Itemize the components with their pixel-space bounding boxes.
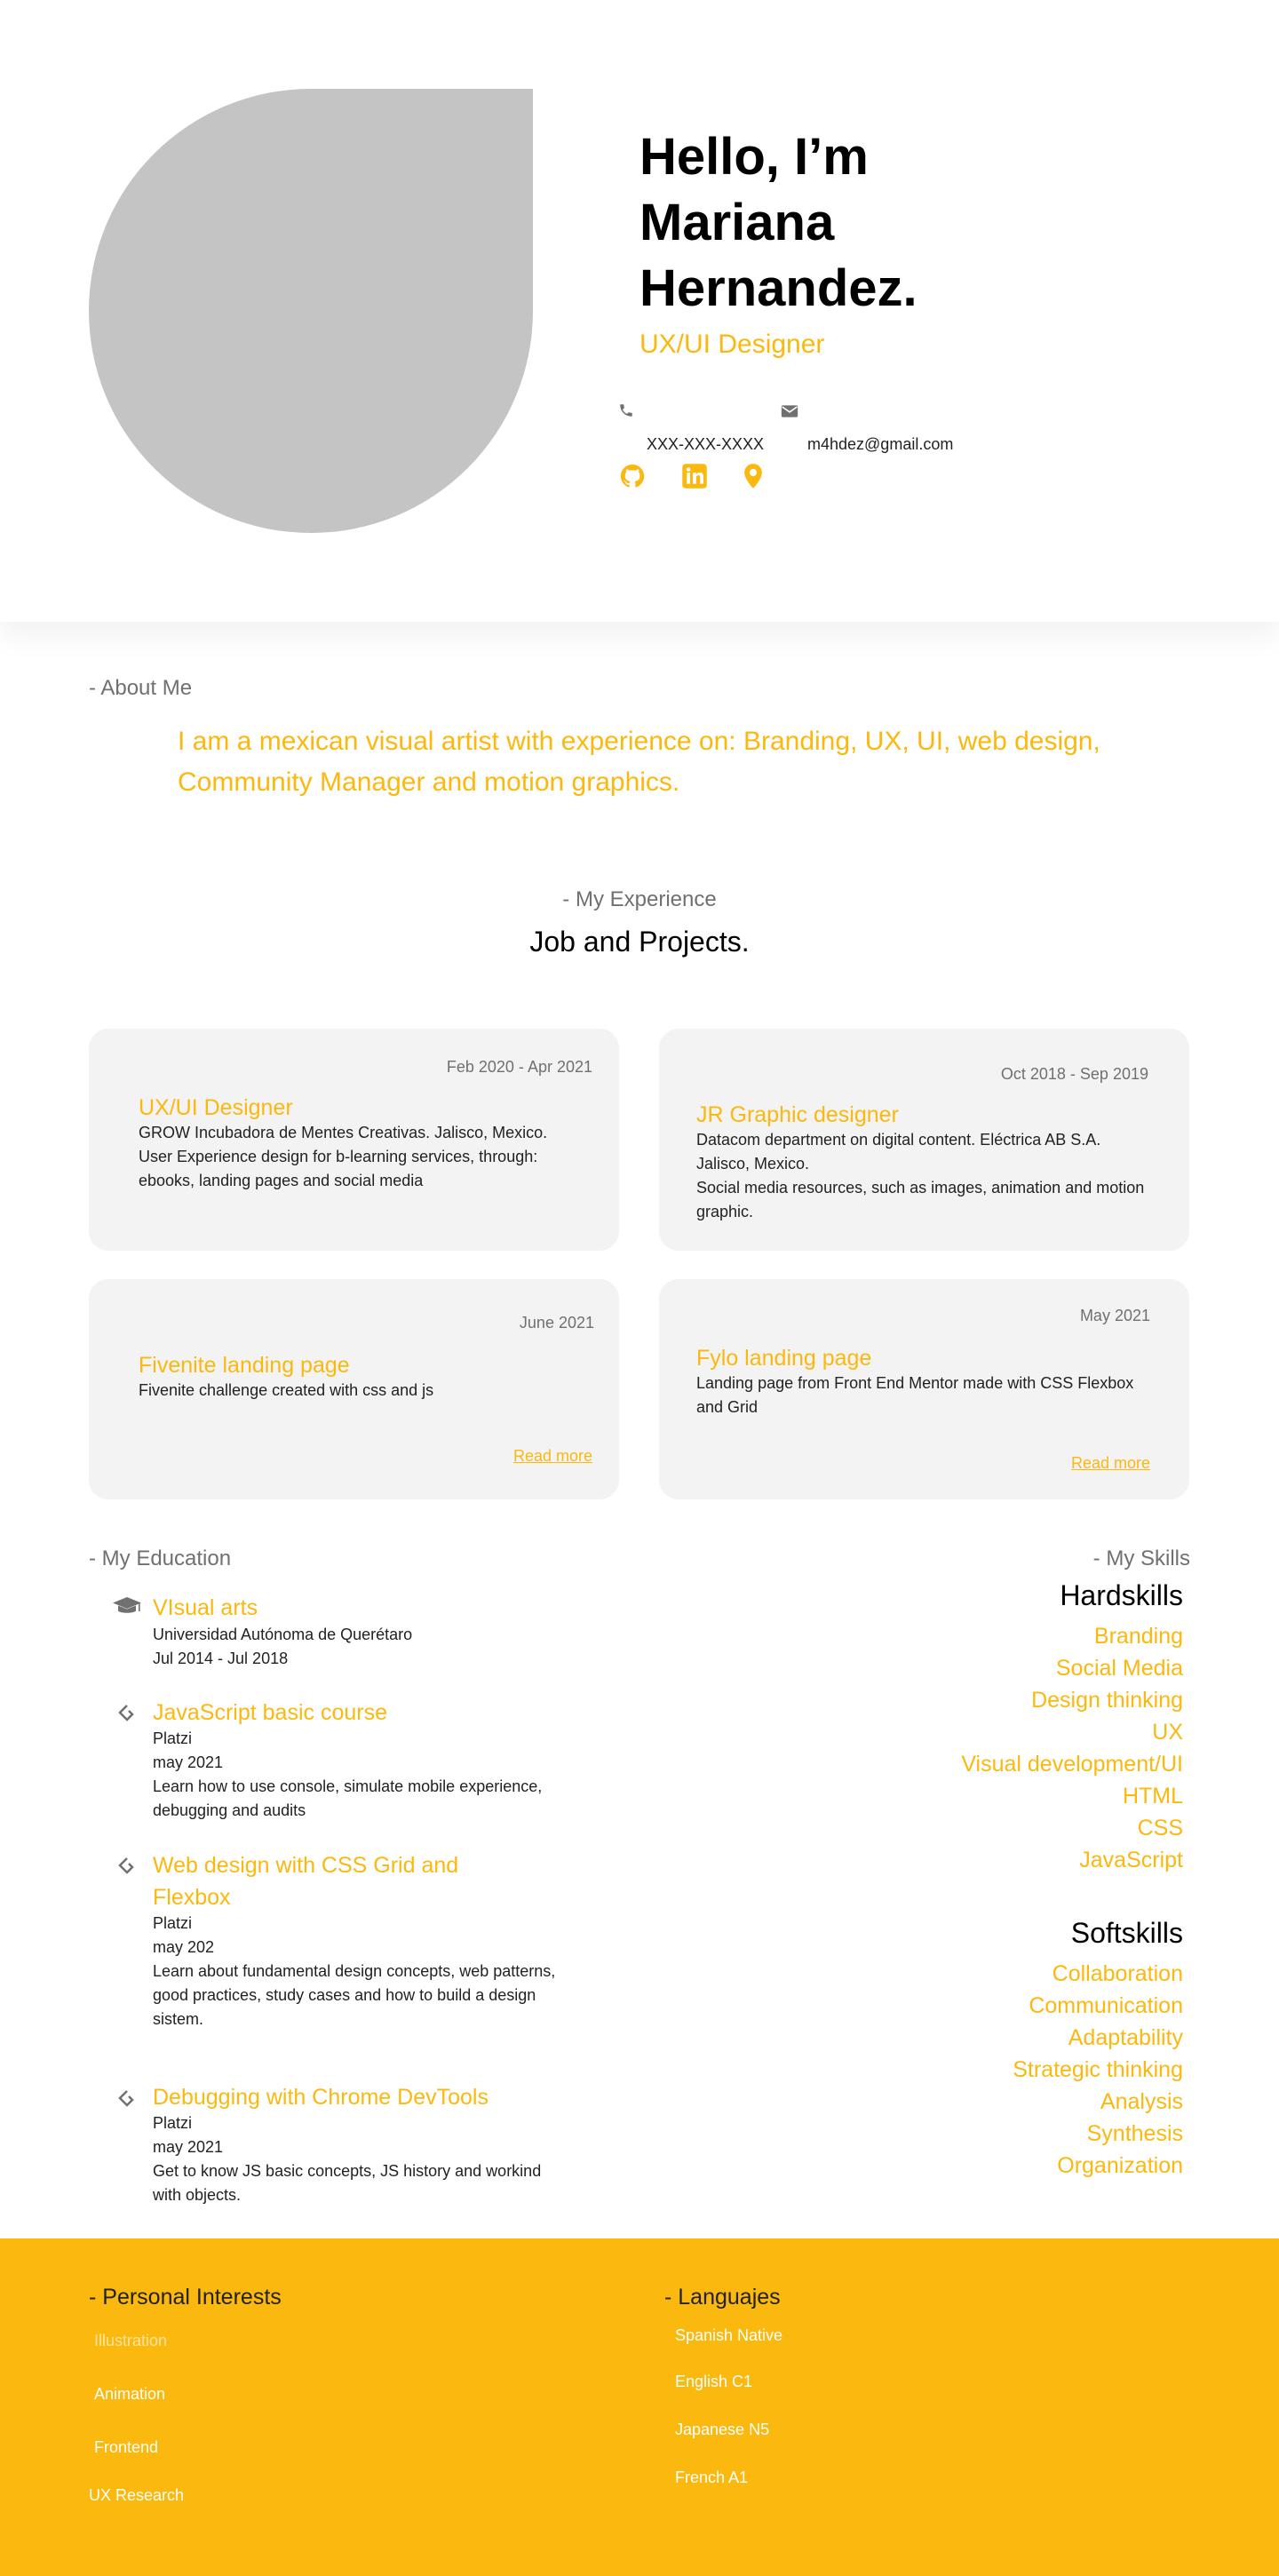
card-date: Feb 2020 - Apr 2021 [446, 1058, 592, 1076]
course-tag-icon [112, 1855, 142, 1876]
project-card: May 2021 Fylo landing page Landing page … [659, 1279, 1189, 1499]
education-school: Platzi [153, 1914, 193, 1932]
footer: - Personal Interests Illustration Animat… [0, 2238, 1279, 2576]
education-title: VIsual arts [153, 1595, 258, 1620]
card-body: Landing page from Front End Mentor made … [696, 1374, 1134, 1416]
education-dates: may 202 [153, 1938, 215, 1956]
card-date: June 2021 [519, 1314, 594, 1332]
skill-item: Analysis [1100, 2089, 1183, 2114]
skill-item: CSS [1137, 1816, 1183, 1841]
profile-photo [89, 89, 533, 533]
hardskills-heading: Hardskills [1060, 1579, 1183, 1611]
skill-item: Collaboration [1052, 1961, 1183, 1986]
softskills-list: Softskills Collaboration Communication A… [1013, 1915, 1183, 2182]
interest-item: Frontend [94, 2438, 159, 2456]
about-label: - About Me [89, 676, 193, 700]
location-icon[interactable] [739, 462, 767, 490]
card-date: May 2021 [1079, 1307, 1150, 1324]
hero-greeting-line2: Mariana [640, 194, 835, 251]
email-address[interactable]: m4hdez@gmail.com [807, 434, 953, 454]
skill-item: Social Media [1055, 1656, 1183, 1681]
phone-icon [616, 401, 636, 420]
experience-card: Feb 2020 - Apr 2021 UX/UI Designer GROW … [89, 1029, 619, 1251]
hero-role: UX/UI Designer [640, 330, 825, 359]
card-body: Fivenite challenge created with css and … [139, 1381, 434, 1399]
education-title: JavaScript basic course [153, 1700, 388, 1725]
education-school: Platzi [153, 2114, 193, 2132]
card-date: Oct 2018 - Sep 2019 [1000, 1065, 1148, 1083]
skill-item: Strategic thinking [1013, 2057, 1183, 2082]
read-more-link[interactable]: Read more [1071, 1453, 1150, 1473]
education-title: Debugging with Chrome DevTools [153, 2085, 489, 2110]
education-school: Platzi [153, 1729, 193, 1747]
education-description: Learn how to use console, simulate mobil… [153, 1777, 543, 1819]
hardskills-list: Hardskills Branding Social Media Design … [961, 1578, 1183, 1876]
skills-label: - My Skills [1092, 1546, 1190, 1570]
project-card: June 2021 Fivenite landing page Fivenite… [89, 1279, 619, 1499]
education-details: Platzi may 202 Learn about fundamental d… [153, 1912, 561, 2031]
about-text: I am a mexican visual artist with experi… [178, 727, 1100, 797]
graduation-cap-icon [112, 1595, 142, 1617]
education-title: Web design with CSS Grid and Flexbox [153, 1853, 459, 1910]
skill-item: JavaScript [1079, 1848, 1183, 1872]
education-dates: may 2021 [153, 2138, 224, 2156]
skill-item: Synthesis [1086, 2121, 1183, 2146]
interest-item: UX Research [89, 2486, 185, 2504]
skill-item: Branding [1093, 1624, 1183, 1649]
course-tag-icon [112, 2087, 142, 2109]
phone-number[interactable]: XXX-XXX-XXXX [647, 434, 764, 454]
experience-label: - My Experience [562, 887, 717, 911]
read-more-link[interactable]: Read more [513, 1446, 592, 1466]
skill-item: UX [1152, 1720, 1183, 1745]
language-item: English C1 [675, 2373, 753, 2390]
interests-heading: - Personal Interests [89, 2285, 282, 2310]
education-dates: may 2021 [153, 1753, 224, 1771]
hero-greeting-line1: Hello, I’m [640, 128, 869, 186]
education-description: Learn about fundamental design concepts,… [153, 1962, 556, 2028]
education-description: Get to know JS basic concepts, JS histor… [153, 2162, 542, 2204]
softskills-heading: Softskills [1070, 1917, 1183, 1949]
course-tag-icon [112, 1702, 142, 1723]
languages-heading: - Languajes [664, 2285, 781, 2310]
github-icon[interactable] [618, 462, 647, 490]
email-icon [780, 402, 799, 421]
education-details: Platzi may 2021 Learn how to use console… [153, 1727, 544, 1823]
experience-heading: Job and Projects. [529, 926, 750, 958]
linkedin-icon[interactable] [680, 462, 709, 490]
card-body: GROW Incubadora de Mentes Creativas. Jal… [139, 1124, 548, 1189]
card-title: Fivenite landing page [139, 1353, 350, 1378]
skill-item: Design thinking [1031, 1688, 1183, 1713]
card-title: JR Graphic designer [696, 1102, 899, 1127]
card-body: Datacom department on digital content. E… [696, 1131, 1101, 1173]
card-body-2: Social media resources, such as images, … [696, 1179, 1145, 1220]
education-details: Universidad Autónoma de Querétaro Jul 20… [153, 1623, 579, 1671]
skill-item: Organization [1057, 2153, 1183, 2178]
language-item: Spanish Native [675, 2326, 783, 2344]
card-title: Fylo landing page [696, 1346, 872, 1371]
skill-item: Adaptability [1068, 2025, 1183, 2050]
education-label: - My Education [89, 1546, 232, 1570]
experience-card: Oct 2018 - Sep 2019 JR Graphic designer … [659, 1029, 1189, 1251]
skill-item: Visual development/UI [961, 1752, 1183, 1777]
skill-item: HTML [1122, 1784, 1183, 1809]
language-item: Japanese N5 [675, 2421, 770, 2438]
education-school: Universidad Autónoma de Querétaro [153, 1626, 413, 1643]
card-title: UX/UI Designer [139, 1095, 293, 1120]
education-details: Platzi may 2021 Get to know JS basic con… [153, 2111, 544, 2207]
education-dates: Jul 2014 - Jul 2018 [153, 1650, 289, 1667]
interest-item: Animation [94, 2385, 166, 2403]
language-item: French A1 [675, 2469, 749, 2486]
skill-item: Communication [1029, 1993, 1183, 2018]
interest-item: Illustration [94, 2332, 168, 2349]
hero-greeting-line3: Hernandez. [640, 259, 918, 317]
hero-title: Hello, I’m Mariana Hernandez. [640, 124, 1066, 322]
